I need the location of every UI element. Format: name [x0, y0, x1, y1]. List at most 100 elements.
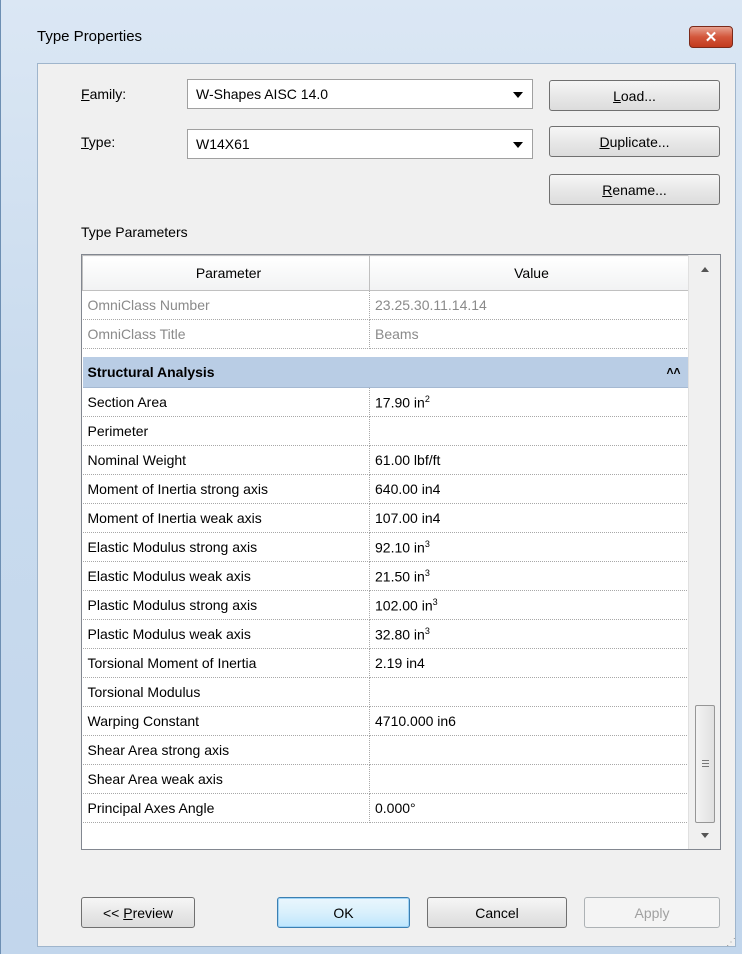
unit-exponent: 3: [424, 538, 430, 549]
param-value-text: 21.50 in: [375, 568, 425, 585]
type-value: W14X61: [196, 136, 250, 152]
param-value[interactable]: 21.50 in3: [369, 561, 689, 591]
table-row[interactable]: Elastic Modulus strong axis 92.10 in3: [82, 532, 689, 562]
param-value-text: 92.10 in: [375, 539, 425, 556]
load-button[interactable]: Load...: [549, 80, 720, 111]
param-name: Shear Area weak axis: [82, 764, 370, 794]
param-name: Moment of Inertia weak axis: [82, 503, 370, 533]
table-row[interactable]: Plastic Modulus strong axis 102.00 in3: [82, 590, 689, 620]
close-button[interactable]: ✕: [689, 26, 733, 48]
rename-button[interactable]: Rename...: [549, 174, 720, 205]
family-dropdown[interactable]: W-Shapes AISC 14.0: [187, 79, 533, 109]
group-header-structural-analysis[interactable]: Structural Analysis ˄˄: [82, 357, 689, 388]
unit-exponent: 3: [424, 567, 430, 578]
unit-exponent: 2: [424, 393, 430, 404]
family-value: W-Shapes AISC 14.0: [196, 86, 329, 102]
column-header-value[interactable]: Value: [369, 255, 689, 291]
param-value-text: 32.80 in: [375, 626, 425, 643]
param-name: Nominal Weight: [82, 445, 370, 475]
param-value[interactable]: 92.10 in3: [369, 532, 689, 562]
param-name: Moment of Inertia strong axis: [82, 474, 370, 504]
duplicate-button[interactable]: Duplicate...: [549, 126, 720, 157]
chevron-down-icon: [513, 92, 523, 98]
param-value-text: 4710.000 in6: [375, 713, 456, 729]
table-row[interactable]: Warping Constant 4710.000 in6: [82, 706, 689, 736]
param-value[interactable]: Beams: [369, 319, 689, 349]
unit-exponent: 3: [424, 625, 430, 636]
table-row[interactable]: Principal Axes Angle 0.000°: [82, 793, 689, 823]
group-title: Structural Analysis: [87, 364, 215, 380]
param-name: Principal Axes Angle: [82, 793, 370, 823]
param-value[interactable]: 17.90 in2: [369, 387, 689, 417]
param-value-text: 2.19 in4: [375, 655, 425, 671]
table-row[interactable]: OmniClass Number 23.25.30.11.14.14: [82, 290, 689, 320]
type-parameters-label: Type Parameters: [81, 224, 188, 240]
type-label: Type:: [81, 134, 116, 150]
param-name: Perimeter: [82, 416, 370, 446]
family-label: Family:: [81, 86, 127, 102]
title-bar[interactable]: Type Properties ✕: [1, 0, 742, 66]
unit-exponent: 3: [432, 596, 438, 607]
param-name: OmniClass Number: [82, 290, 370, 320]
ok-button[interactable]: OK: [277, 897, 410, 928]
param-value[interactable]: [369, 677, 689, 707]
table-row[interactable]: Moment of Inertia strong axis 640.00 in4: [82, 474, 689, 504]
table-row[interactable]: Perimeter: [82, 416, 689, 446]
preview-button[interactable]: << Preview: [81, 897, 195, 928]
parameters-table: Parameter Value OmniClass Number 23.25.3…: [82, 255, 689, 823]
table-row[interactable]: Nominal Weight 61.00 lbf/ft: [82, 445, 689, 475]
table-row[interactable]: Moment of Inertia weak axis 107.00 in4: [82, 503, 689, 533]
table-row[interactable]: Shear Area strong axis: [82, 735, 689, 765]
param-value[interactable]: 61.00 lbf/ft: [369, 445, 689, 475]
type-dropdown[interactable]: W14X61: [187, 129, 533, 159]
vertical-scrollbar[interactable]: [688, 255, 720, 849]
param-name: Torsional Modulus: [82, 677, 370, 707]
resize-grip-icon[interactable]: ⋰: [726, 937, 736, 948]
chevron-down-icon: [513, 142, 523, 148]
param-name: OmniClass Title: [82, 319, 370, 349]
param-value[interactable]: 640.00 in4: [369, 474, 689, 504]
apply-button[interactable]: Apply: [584, 897, 720, 928]
scroll-up-icon[interactable]: [701, 267, 709, 272]
table-row[interactable]: Section Area 17.90 in2: [82, 387, 689, 417]
param-value[interactable]: 0.000°: [369, 793, 689, 823]
table-row[interactable]: Plastic Modulus weak axis 32.80 in3: [82, 619, 689, 649]
param-name: Shear Area strong axis: [82, 735, 370, 765]
param-value[interactable]: [369, 764, 689, 794]
param-name: Section Area: [82, 387, 370, 417]
table-row[interactable]: OmniClass Title Beams: [82, 319, 689, 349]
param-value[interactable]: 107.00 in4: [369, 503, 689, 533]
param-value-text: 102.00 in: [375, 597, 433, 614]
double-chevron-up-icon[interactable]: ˄˄: [666, 364, 680, 378]
param-value-text: 17.90 in: [375, 394, 425, 411]
param-value[interactable]: [369, 735, 689, 765]
param-name: Plastic Modulus strong axis: [82, 590, 370, 620]
close-icon: ✕: [704, 29, 718, 46]
param-value-text: 61.00 lbf/ft: [375, 452, 441, 468]
table-row[interactable]: Torsional Moment of Inertia 2.19 in4: [82, 648, 689, 678]
param-value-text: 107.00 in4: [375, 510, 441, 526]
scroll-down-icon[interactable]: [701, 833, 709, 838]
param-name: Elastic Modulus strong axis: [82, 532, 370, 562]
param-value[interactable]: 32.80 in3: [369, 619, 689, 649]
cancel-button[interactable]: Cancel: [427, 897, 567, 928]
param-name: Elastic Modulus weak axis: [82, 561, 370, 591]
table-row[interactable]: Shear Area weak axis: [82, 764, 689, 794]
param-value[interactable]: 2.19 in4: [369, 648, 689, 678]
param-name: Plastic Modulus weak axis: [82, 619, 370, 649]
scrollbar-thumb[interactable]: [695, 705, 715, 823]
param-value-text: 640.00 in4: [375, 481, 441, 497]
param-value-text: 0.000°: [375, 800, 416, 816]
param-name: Warping Constant: [82, 706, 370, 736]
param-value[interactable]: 4710.000 in6: [369, 706, 689, 736]
param-value[interactable]: 23.25.30.11.14.14: [369, 290, 689, 320]
param-name: Torsional Moment of Inertia: [82, 648, 370, 678]
type-parameters-grid: Parameter Value OmniClass Number 23.25.3…: [81, 254, 721, 850]
type-properties-dialog: Type Properties ✕ Family: W-Shapes AISC …: [0, 0, 742, 954]
param-value[interactable]: 102.00 in3: [369, 590, 689, 620]
table-row[interactable]: Elastic Modulus weak axis 21.50 in3: [82, 561, 689, 591]
table-row[interactable]: Torsional Modulus: [82, 677, 689, 707]
column-header-parameter[interactable]: Parameter: [82, 255, 370, 291]
dialog-title: Type Properties: [37, 28, 143, 45]
param-value[interactable]: [369, 416, 689, 446]
